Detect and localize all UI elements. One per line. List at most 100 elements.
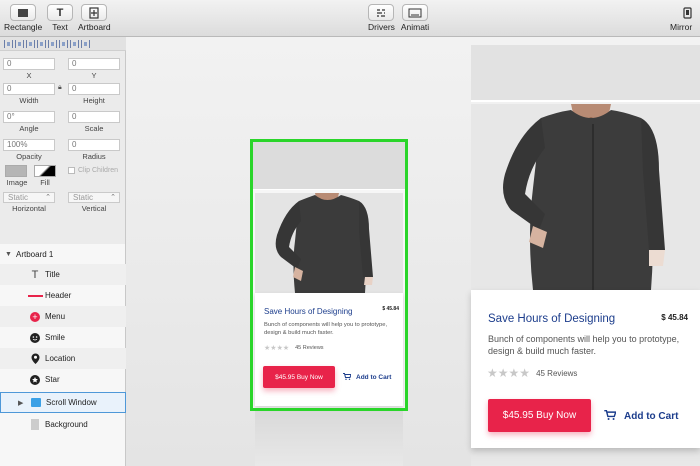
align-right-icon[interactable]	[26, 39, 35, 48]
buy-now-button[interactable]: $45.95 Buy Now	[263, 366, 335, 388]
align-bottom-icon[interactable]	[59, 39, 68, 48]
product-photo	[255, 193, 403, 293]
mirror-tool[interactable]: Mirror	[670, 4, 692, 32]
layer-item-selected[interactable]: ▶ Scroll Window	[0, 392, 126, 413]
header-area	[252, 140, 406, 190]
image-label: Image	[6, 178, 28, 187]
folder-icon	[31, 398, 41, 408]
x-field[interactable]: 0	[3, 58, 55, 70]
star-icon: ★	[497, 366, 509, 380]
animate-icon	[402, 4, 428, 21]
location-icon	[30, 353, 40, 364]
smile-icon	[30, 332, 40, 343]
layer-item[interactable]: Smile	[0, 327, 126, 348]
product-card: Save Hours of Designing $ 45.84 Bunch of…	[255, 293, 403, 406]
layer-item-label: Location	[45, 354, 76, 363]
product-description: Bunch of components will help you to pro…	[488, 334, 680, 356]
align-toolbar	[0, 37, 126, 51]
layer-item-label: Background	[45, 420, 88, 429]
product-price: $ 45.84	[382, 306, 399, 312]
layer-artboard[interactable]: ▼ Artboard 1	[0, 244, 126, 265]
layers-panel: ▼ Artboard 1 T Title Header + Menu Smile…	[0, 244, 126, 466]
disclosure-down-icon[interactable]: ▼	[5, 251, 12, 258]
radius-label: Radius	[82, 152, 106, 161]
star-icon	[30, 374, 40, 385]
rectangle-tool[interactable]: Rectangle	[4, 4, 42, 32]
rating-stars: ★ ★ ★ ★ 45 Reviews	[264, 344, 324, 352]
artboard-icon	[81, 4, 108, 21]
layer-item-label: Menu	[45, 312, 66, 321]
distribute-horizontal-icon[interactable]	[70, 39, 79, 48]
width-label: Width	[19, 96, 39, 105]
horizontal-label: Horizontal	[12, 204, 46, 213]
align-middle-icon[interactable]	[48, 39, 57, 48]
height-field[interactable]: 0	[68, 83, 120, 95]
distribute-vertical-icon[interactable]	[81, 39, 90, 48]
align-top-icon[interactable]	[37, 39, 46, 48]
clip-children-checkbox[interactable]	[68, 167, 75, 174]
add-to-cart-label: Add to Cart	[356, 374, 392, 381]
disclosure-right-icon[interactable]: ▶	[18, 399, 23, 407]
star-icon: ★	[487, 366, 498, 380]
scale-label: Scale	[84, 124, 104, 133]
height-label: Height	[83, 96, 105, 105]
clip-children-label: Clip Children	[78, 167, 119, 174]
reviews-count: 45 Reviews	[536, 368, 578, 378]
vertical-dropdown[interactable]: Static	[68, 192, 120, 203]
product-title: Save Hours of Designing	[488, 313, 616, 325]
cart-icon	[604, 410, 617, 423]
artboard-tool[interactable]: Artboard	[78, 4, 111, 32]
layer-item-label: Scroll Window	[46, 398, 97, 407]
align-center-icon[interactable]	[15, 39, 24, 48]
star-icon: ★	[508, 366, 520, 380]
scale-field[interactable]: 0	[68, 111, 120, 123]
add-to-cart-button[interactable]: Add to Cart	[343, 373, 391, 382]
layer-item[interactable]: Location	[0, 348, 126, 369]
y-field[interactable]: 0	[68, 58, 120, 70]
star-icon: ★	[282, 345, 290, 352]
text-icon: T	[47, 4, 73, 21]
vertical-label: Vertical	[81, 204, 107, 213]
opacity-field[interactable]: 100%	[3, 139, 55, 151]
star-icon: ★	[519, 366, 531, 380]
image-swatch[interactable]	[5, 165, 27, 177]
rectangle-label: Rectangle	[4, 22, 43, 32]
add-to-cart-label: Add to Cart	[624, 411, 679, 422]
mirror-label: Mirror	[670, 22, 693, 32]
layer-artboard-label: Artboard 1	[16, 250, 54, 259]
artboard-label: Artboard	[78, 22, 111, 32]
mirror-icon	[683, 4, 692, 21]
text-icon: T	[31, 268, 39, 281]
x-label: X	[26, 71, 32, 80]
layer-item-label: Star	[45, 375, 60, 384]
y-label: Y	[91, 71, 97, 80]
rectangle-icon	[30, 419, 40, 430]
angle-field[interactable]: 0°	[3, 111, 55, 123]
lock-icon[interactable]: 🔒︎	[58, 84, 62, 92]
layer-item[interactable]: Header	[0, 285, 126, 306]
fill-swatch[interactable]	[34, 165, 56, 177]
layer-item[interactable]: + Menu	[0, 306, 126, 327]
drivers-icon	[368, 4, 395, 21]
align-left-icon[interactable]	[4, 39, 13, 48]
layer-item[interactable]: Star	[0, 369, 126, 390]
product-price: $ 45.84	[661, 313, 688, 322]
width-field[interactable]: 0	[3, 83, 55, 95]
rating-stars: ★ ★ ★ ★ 45 Reviews	[487, 366, 577, 380]
artboard-reflection	[255, 411, 403, 466]
animate-label: Animati	[400, 22, 430, 32]
reviews-count: 45 Reviews	[295, 345, 324, 351]
radius-field[interactable]: 0	[68, 139, 120, 151]
layer-item[interactable]: T Title	[0, 264, 126, 285]
text-tool[interactable]: T Text	[47, 4, 73, 32]
animate-tool[interactable]: Animati	[400, 4, 430, 32]
angle-label: Angle	[19, 124, 39, 133]
buy-now-button: $45.95 Buy Now	[488, 399, 591, 432]
layer-item[interactable]: Background	[0, 414, 126, 435]
drivers-tool[interactable]: Drivers	[368, 4, 395, 32]
opacity-label: Opacity	[16, 152, 42, 161]
artboard-small[interactable]: Save Hours of Designing $ 45.84 Bunch of…	[252, 140, 406, 408]
plus-circle-icon: +	[30, 311, 40, 322]
horizontal-dropdown[interactable]: Static	[3, 192, 55, 203]
rectangle-icon	[10, 4, 37, 21]
